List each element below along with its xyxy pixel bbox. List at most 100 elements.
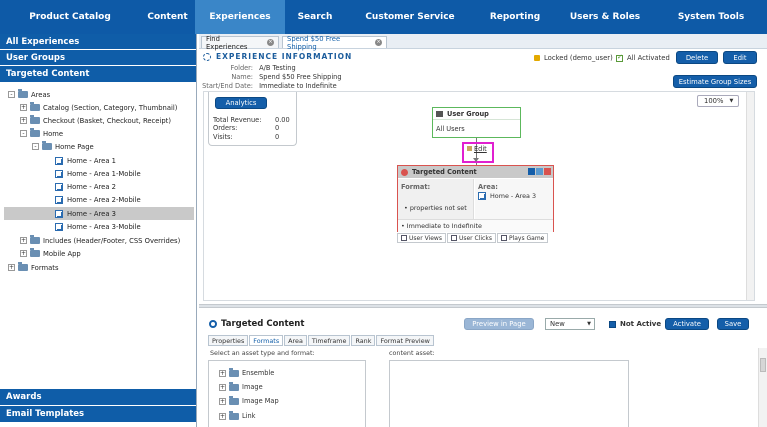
link-icon[interactable] bbox=[536, 168, 543, 175]
sidebar-header-all-experiences[interactable]: All Experiences bbox=[0, 34, 196, 50]
subtab-format-preview[interactable]: Format Preview bbox=[376, 335, 434, 346]
user-group-node[interactable]: User Group All Users bbox=[432, 107, 521, 138]
tree-item-home-area-1[interactable]: Home - Area 1 bbox=[55, 154, 116, 167]
subtab-rank[interactable]: Rank bbox=[351, 335, 376, 346]
content-asset-box[interactable] bbox=[389, 360, 629, 427]
tree-item-mobile-app[interactable]: + Mobile App bbox=[20, 247, 81, 260]
subtab-properties[interactable]: Properties bbox=[208, 335, 249, 346]
visits-label: Visits: bbox=[213, 133, 233, 141]
tree-item-home[interactable]: - Home bbox=[20, 127, 63, 140]
expand-icon[interactable]: + bbox=[219, 412, 226, 420]
asset-item-ensemble[interactable]: + Ensemble bbox=[219, 367, 274, 377]
tab-find-experiences[interactable]: Find Experiences × bbox=[201, 35, 279, 51]
asset-item-link[interactable]: + Link bbox=[219, 410, 256, 420]
asset-item-image[interactable]: + Image bbox=[219, 381, 263, 391]
page-icon bbox=[55, 209, 63, 218]
targeted-content-title: Targeted Content bbox=[412, 168, 477, 176]
tree-item-home-area-2[interactable]: Home - Area 2 bbox=[55, 180, 116, 193]
subtab-timeframe[interactable]: Timeframe bbox=[307, 335, 351, 346]
tree-item-formats[interactable]: + Formats bbox=[8, 261, 59, 274]
nav-content[interactable]: Content bbox=[140, 0, 195, 34]
sidebar-header-awards[interactable]: Awards bbox=[0, 389, 196, 406]
estimate-group-sizes-button[interactable]: Estimate Group Sizes bbox=[673, 75, 757, 88]
panel-splitter[interactable] bbox=[199, 304, 767, 308]
expand-icon[interactable]: + bbox=[8, 264, 15, 271]
preview-in-page-button[interactable]: Preview in Page bbox=[464, 318, 534, 330]
area-section: Area: Home - Area 3 bbox=[475, 179, 553, 219]
activate-button[interactable]: Activate bbox=[665, 318, 709, 330]
edit-link[interactable]: Edit bbox=[474, 145, 487, 153]
tree-item-home-page[interactable]: - Home Page bbox=[32, 140, 94, 153]
not-active-label: Not Active bbox=[620, 320, 662, 328]
expand-icon[interactable]: + bbox=[219, 369, 226, 377]
user-clicks-button[interactable]: User Clicks bbox=[446, 233, 496, 243]
nav-customer-service[interactable]: Customer Service bbox=[345, 0, 475, 34]
page-icon bbox=[55, 156, 63, 165]
scrollbar-thumb[interactable] bbox=[760, 358, 766, 372]
users-icon bbox=[436, 110, 443, 117]
folder-icon bbox=[30, 248, 40, 257]
experience-title-text: EXPERIENCE INFORMATION bbox=[216, 52, 353, 61]
close-icon[interactable] bbox=[528, 168, 535, 175]
expand-icon[interactable]: + bbox=[20, 104, 27, 111]
tree-item-checkout[interactable]: + Checkout (Basket, Checkout, Receipt) bbox=[20, 114, 171, 127]
plays-game-label: Plays Game bbox=[508, 234, 545, 242]
tree-item-catalog[interactable]: + Catalog (Section, Category, Thumbnail) bbox=[20, 101, 177, 114]
expand-icon[interactable]: + bbox=[20, 250, 27, 257]
total-revenue-label: Total Revenue: bbox=[213, 116, 262, 124]
folder-icon bbox=[229, 395, 239, 405]
experience-canvas[interactable]: Analytics Total Revenue: 0.00 Orders: 0 … bbox=[203, 91, 755, 301]
targeted-content-editor: Targeted Content Preview in Page New ▼ N… bbox=[199, 310, 767, 427]
close-icon[interactable]: × bbox=[267, 39, 274, 46]
collapse-icon[interactable]: - bbox=[32, 143, 39, 150]
tree-item-label: Home Page bbox=[55, 142, 94, 151]
user-group-header: User Group bbox=[433, 108, 520, 120]
asset-item-image-map[interactable]: + Image Map bbox=[219, 395, 279, 405]
plays-game-button[interactable]: Plays Game bbox=[496, 233, 549, 243]
close-icon[interactable]: × bbox=[375, 39, 382, 46]
nav-product-catalog[interactable]: Product Catalog bbox=[0, 0, 140, 34]
expand-icon[interactable]: + bbox=[219, 383, 226, 391]
folder-icon bbox=[30, 102, 40, 111]
subtab-area[interactable]: Area bbox=[284, 335, 307, 346]
zoom-select[interactable]: 100% ▼ bbox=[697, 95, 739, 107]
status-select[interactable]: New ▼ bbox=[545, 318, 595, 330]
user-views-button[interactable]: User Views bbox=[397, 233, 446, 243]
nav-experiences[interactable]: Experiences bbox=[195, 0, 285, 34]
expand-icon[interactable]: + bbox=[20, 117, 27, 124]
not-active-checkbox[interactable]: Not Active bbox=[609, 320, 661, 328]
save-button[interactable]: Save bbox=[717, 318, 749, 330]
format-value-text: properties not set bbox=[409, 204, 467, 212]
tab-spend-50-free-shipping[interactable]: Spend $50 Free Shipping × bbox=[282, 35, 387, 51]
subtab-formats[interactable]: Formats bbox=[249, 335, 284, 346]
tree-item-home-area-3[interactable]: Home - Area 3 bbox=[4, 207, 194, 220]
timeframe-row: • Immediate to Indefinite bbox=[398, 219, 553, 232]
analytics-button[interactable]: Analytics bbox=[215, 97, 267, 109]
dates-label: Start/End Date: bbox=[202, 82, 253, 90]
tree-item-label: Home bbox=[43, 129, 64, 138]
nav-reporting[interactable]: Reporting bbox=[475, 0, 555, 34]
collapse-icon[interactable]: - bbox=[20, 130, 27, 137]
delete-button[interactable]: Delete bbox=[676, 51, 718, 64]
tree-item-includes[interactable]: + Includes (Header/Footer, CSS Overrides… bbox=[20, 234, 180, 247]
tree-item-home-area-3-mobile[interactable]: Home - Area 3-Mobile bbox=[55, 220, 141, 233]
tree-item-home-area-1-mobile[interactable]: Home - Area 1-Mobile bbox=[55, 167, 141, 180]
expand-icon[interactable]: + bbox=[219, 397, 226, 405]
area-label: Area: bbox=[478, 183, 498, 191]
nav-users-roles[interactable]: Users & Roles bbox=[555, 0, 655, 34]
nav-search[interactable]: Search bbox=[285, 0, 345, 34]
dates-value: Immediate to Indefinite bbox=[259, 82, 337, 90]
editor-scrollbar[interactable] bbox=[758, 348, 767, 427]
edit-button[interactable]: Edit bbox=[723, 51, 757, 64]
tree-item-home-area-2-mobile[interactable]: Home - Area 2-Mobile bbox=[55, 193, 141, 206]
canvas-scrollbar[interactable] bbox=[746, 92, 754, 300]
delete-icon[interactable] bbox=[544, 168, 551, 175]
expand-icon[interactable]: + bbox=[20, 237, 27, 244]
top-navigation: Product Catalog Content Experiences Sear… bbox=[0, 0, 767, 34]
tree-item-areas[interactable]: - Areas bbox=[8, 88, 50, 101]
sidebar-header-email-templates[interactable]: Email Templates bbox=[0, 406, 196, 423]
nav-system-tools[interactable]: System Tools bbox=[655, 0, 767, 34]
targeted-content-node[interactable]: Targeted Content Format: • properties no… bbox=[397, 165, 554, 232]
tree-item-label: Home - Area 3-Mobile bbox=[67, 222, 141, 231]
collapse-icon[interactable]: - bbox=[8, 91, 15, 98]
